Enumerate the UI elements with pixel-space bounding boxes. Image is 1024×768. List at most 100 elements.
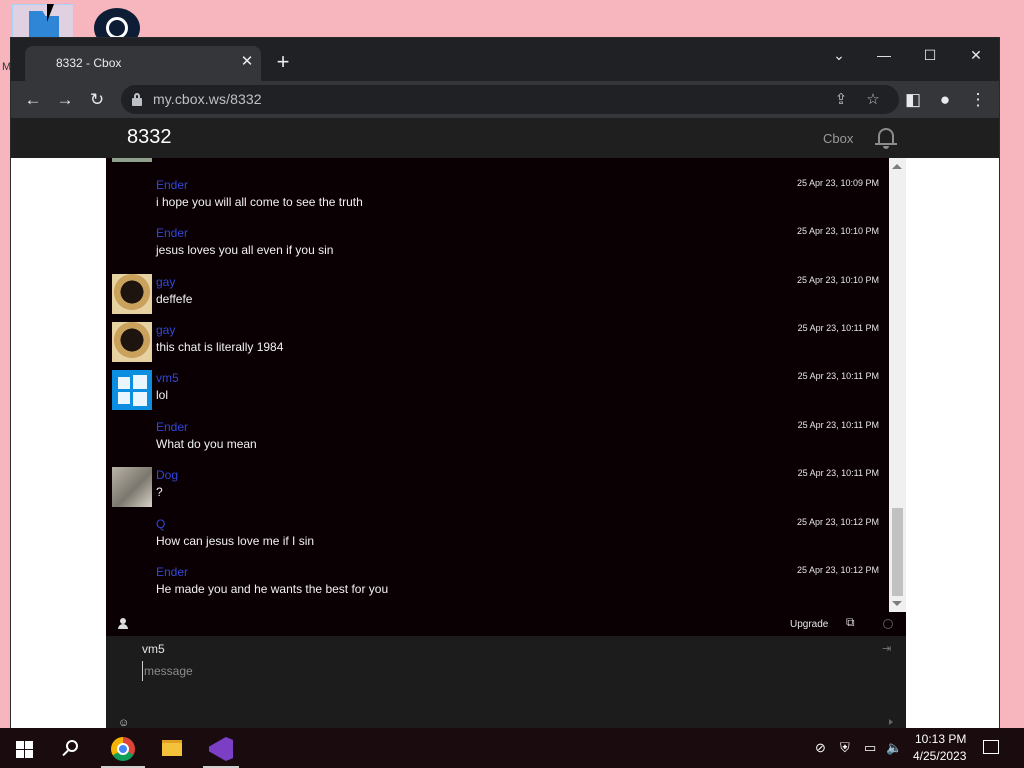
message-text: lol (156, 388, 169, 402)
browser-toolbar: ← → ↻ my.cbox.ws/8332 ⇪ ☆ ◧ ● ⋮ (11, 81, 999, 118)
message-time: 25 Apr 23, 10:11 PM (797, 468, 879, 478)
chat-box: Ender i hope you will all come to see th… (106, 158, 906, 729)
message-username[interactable]: gay (156, 275, 175, 289)
message-list[interactable]: Ender i hope you will all come to see th… (106, 158, 889, 612)
message-time: 25 Apr 23, 10:12 PM (796, 565, 879, 575)
forward-button[interactable]: → (52, 87, 78, 113)
profile-icon[interactable]: ● (932, 87, 958, 113)
message-item: Dog ? 25 Apr 23, 10:11 PM (106, 465, 889, 513)
lock-icon[interactable] (132, 93, 142, 106)
message-text: jesus loves you all even if you sin (156, 243, 334, 257)
message-text: i hope you will all come to see the trut… (156, 195, 363, 209)
compose-area: vm5 ⇥ ☺ (106, 636, 906, 729)
network-warning-icon[interactable]: ⊘ (815, 740, 826, 756)
clock-date[interactable]: 4/25/2023 (913, 749, 966, 763)
taskbar-visual-studio[interactable] (198, 728, 246, 768)
message-username[interactable]: Dog (156, 468, 178, 482)
bell-icon[interactable] (875, 126, 897, 150)
avatar-partial (112, 158, 152, 162)
reload-button[interactable]: ↻ (84, 87, 110, 113)
message-time: 25 Apr 23, 10:12 PM (796, 517, 879, 527)
connection-status-icon (883, 619, 893, 629)
mouse-cursor-icon (47, 4, 61, 22)
avatar (112, 322, 152, 362)
message-text: How can jesus love me if I sin (156, 534, 315, 548)
search-icon (66, 740, 78, 752)
message-text: ? (156, 485, 163, 499)
message-item: Q How can jesus love me if I sin 25 Apr … (106, 514, 889, 562)
message-username[interactable]: gay (156, 323, 175, 337)
message-text: He made you and he wants the best for yo… (156, 582, 389, 596)
message-item: Ender He made you and he wants the best … (106, 562, 889, 610)
taskbar: ⊘ ⛨ ▭ 🔈 10:13 PM 4/25/2023 (0, 728, 1024, 768)
tab-strip: 8332 - Cbox ✕ + ⌄ — ☐ ✕ (11, 38, 999, 81)
message-item: vm5 lol 25 Apr 23, 10:11 PM (106, 368, 889, 416)
message-text: this chat is literally 1984 (156, 340, 284, 354)
message-time: 25 Apr 23, 10:11 PM (797, 323, 879, 333)
message-time: 25 Apr 23, 10:10 PM (796, 275, 879, 285)
message-item: gay deffefe 25 Apr 23, 10:10 PM (106, 272, 889, 320)
url-text[interactable]: my.cbox.ws/8332 (153, 91, 262, 107)
message-username[interactable]: Ender (156, 420, 188, 434)
start-button[interactable] (0, 728, 48, 768)
tab-search-button[interactable]: ⌄ (819, 42, 859, 68)
browser-window: 8332 - Cbox ✕ + ⌄ — ☐ ✕ ← → ↻ my.cbox.ws… (10, 37, 1000, 730)
message-item: gay this chat is literally 1984 25 Apr 2… (106, 320, 889, 368)
security-icon[interactable]: ⛨ (840, 740, 850, 756)
clock-time[interactable]: 10:13 PM (915, 732, 966, 746)
address-bar[interactable]: my.cbox.ws/8332 ⇪ ☆ (121, 85, 899, 114)
upgrade-link[interactable]: Upgrade (790, 619, 828, 630)
message-username[interactable]: Ender (156, 226, 188, 240)
new-tab-button[interactable]: + (271, 51, 295, 75)
message-time: 25 Apr 23, 10:10 PM (796, 226, 879, 236)
user-icon[interactable] (118, 618, 128, 630)
volume-icon[interactable]: 🔈 (886, 740, 902, 756)
message-input[interactable] (142, 661, 862, 681)
taskbar-chrome[interactable] (99, 728, 147, 768)
side-panel-icon[interactable]: ◧ (900, 87, 926, 113)
chrome-icon (111, 737, 135, 761)
compose-username[interactable]: vm5 (142, 642, 165, 656)
back-button[interactable]: ← (20, 87, 46, 113)
message-item: Ender What do you mean 25 Apr 23, 10:11 … (106, 417, 889, 465)
windows-logo-avatar (112, 370, 152, 410)
message-text: What do you mean (156, 437, 257, 451)
message-username[interactable]: vm5 (156, 371, 179, 385)
message-username[interactable]: Ender (156, 178, 188, 192)
share-icon[interactable]: ⇪ (829, 88, 853, 112)
file-explorer-icon (162, 740, 182, 756)
web-page: 8332 Cbox Ender i hope you will all come… (11, 118, 999, 729)
avatar (112, 467, 152, 507)
menu-kebab-icon[interactable]: ⋮ (965, 87, 991, 113)
message-username[interactable]: Q (156, 517, 165, 531)
tab-cbox[interactable]: 8332 - Cbox ✕ (25, 46, 261, 81)
message-item: Ender jesus loves you all even if you si… (106, 223, 889, 271)
network-icon[interactable]: ▭ (864, 740, 876, 756)
tab-title: 8332 - Cbox (56, 56, 122, 70)
popout-icon[interactable]: ⧉ (846, 615, 855, 630)
page-title: 8332 (127, 126, 172, 148)
cbox-brand-link[interactable]: Cbox (823, 131, 853, 146)
taskbar-file-explorer[interactable] (148, 728, 196, 768)
cbox-header: 8332 Cbox (11, 118, 999, 158)
maximize-button[interactable]: ☐ (910, 42, 950, 68)
visual-studio-icon (209, 737, 233, 761)
message-text: deffefe (156, 292, 193, 306)
login-icon[interactable]: ⇥ (882, 642, 891, 655)
tab-close-icon[interactable]: ✕ (237, 52, 257, 72)
close-window-button[interactable]: ✕ (956, 42, 996, 68)
send-icon[interactable] (889, 719, 893, 725)
avatar (112, 274, 152, 314)
scroll-down-icon[interactable] (892, 601, 902, 606)
bookmark-star-icon[interactable]: ☆ (861, 88, 885, 112)
chat-status-bar: Upgrade ⧉ (106, 612, 906, 636)
taskbar-search-button[interactable] (48, 728, 96, 768)
message-scrollbar[interactable] (889, 158, 906, 612)
scroll-up-icon[interactable] (892, 164, 902, 169)
minimize-button[interactable]: — (864, 42, 904, 68)
message-time: 25 Apr 23, 10:11 PM (797, 371, 879, 381)
scroll-thumb[interactable] (892, 508, 903, 596)
notification-icon[interactable] (983, 740, 999, 754)
message-item: Ender i hope you will all come to see th… (106, 175, 889, 223)
message-username[interactable]: Ender (156, 565, 188, 579)
